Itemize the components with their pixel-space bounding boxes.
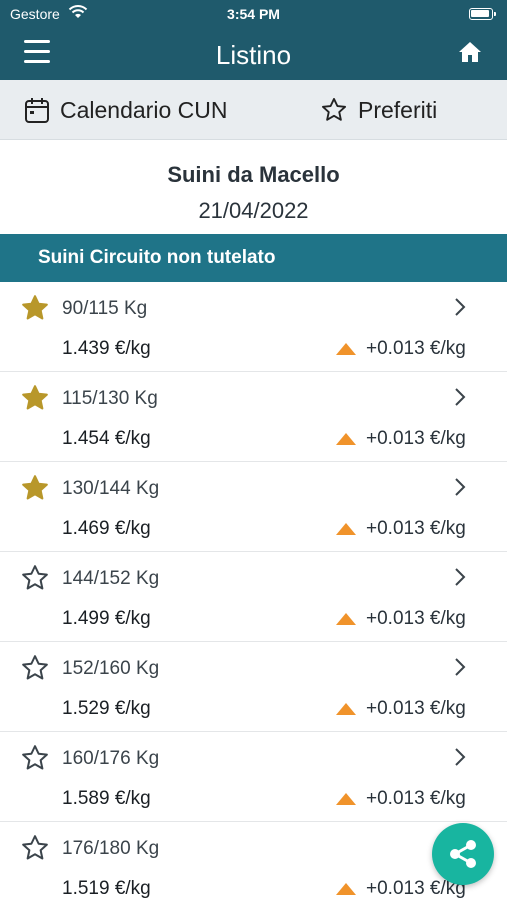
price-change: +0.013 €/kg (366, 788, 466, 809)
market-title: Suini da Macello (167, 162, 340, 187)
list-item[interactable]: 176/180 Kg 1.519 €/kg +0.013 €/kg (0, 822, 507, 900)
list-item[interactable]: 160/176 Kg 1.589 €/kg +0.013 €/kg (0, 732, 507, 822)
price-value: 1.589 €/kg (62, 788, 151, 809)
calendar-icon (25, 98, 49, 123)
weight-range: 144/152 Kg (62, 568, 160, 589)
arrow-up-icon (336, 343, 356, 355)
price-change: +0.013 €/kg (366, 698, 466, 719)
price-change: +0.013 €/kg (366, 338, 466, 359)
star-icon (321, 97, 347, 121)
chevron-right-icon (455, 658, 466, 676)
weight-range: 130/144 Kg (62, 478, 160, 499)
price-value: 1.439 €/kg (62, 338, 151, 359)
price-list: 90/115 Kg 1.439 €/kg +0.013 €/kg 115/130… (0, 282, 507, 900)
weight-range: 160/176 Kg (62, 748, 160, 769)
price-change: +0.013 €/kg (366, 428, 466, 449)
price-change: +0.013 €/kg (366, 608, 466, 629)
list-item[interactable]: 115/130 Kg 1.454 €/kg +0.013 €/kg (0, 372, 507, 462)
star-icon[interactable] (20, 653, 50, 683)
home-icon[interactable] (457, 40, 483, 64)
section-header: Suini Circuito non tutelato (0, 234, 507, 282)
list-item[interactable]: 144/152 Kg 1.499 €/kg +0.013 €/kg (0, 552, 507, 642)
page-title: Listino (215, 40, 292, 70)
arrow-up-icon (336, 793, 356, 805)
weight-range: 152/160 Kg (62, 658, 160, 679)
tab-preferiti-label: Preferiti (358, 96, 438, 123)
market-heading: Suini da Macello 21/04/2022 (0, 140, 507, 234)
list-item[interactable]: 152/160 Kg 1.529 €/kg +0.013 €/kg (0, 642, 507, 732)
star-icon[interactable] (20, 743, 50, 773)
tab-calendario-label: Calendario CUN (60, 96, 228, 123)
status-bar: Gestore 3:54 PM (0, 0, 507, 28)
price-value: 1.519 €/kg (62, 878, 151, 899)
status-time: 3:54 PM (227, 6, 280, 22)
star-icon[interactable] (20, 383, 50, 413)
price-value: 1.454 €/kg (62, 428, 151, 449)
weight-range: 176/180 Kg (62, 838, 160, 859)
arrow-up-icon (336, 433, 356, 445)
chevron-right-icon (455, 748, 466, 766)
battery-icon (469, 8, 496, 20)
chevron-right-icon (455, 478, 466, 496)
star-icon[interactable] (20, 473, 50, 503)
arrow-up-icon (336, 523, 356, 535)
price-value: 1.529 €/kg (62, 698, 151, 719)
market-date: 21/04/2022 (198, 198, 309, 223)
share-icon (450, 840, 476, 868)
chevron-right-icon (455, 388, 466, 406)
tab-bar: Calendario CUN Preferiti (0, 80, 507, 140)
arrow-up-icon (336, 883, 356, 895)
arrow-up-icon (336, 613, 356, 625)
list-item[interactable]: 130/144 Kg 1.469 €/kg +0.013 €/kg (0, 462, 507, 552)
list-item[interactable]: 90/115 Kg 1.439 €/kg +0.013 €/kg (0, 282, 507, 372)
star-icon[interactable] (20, 293, 50, 323)
tab-calendario-cun[interactable]: Calendario CUN (24, 80, 227, 140)
weight-range: 90/115 Kg (62, 298, 148, 319)
tab-preferiti[interactable]: Preferiti (320, 80, 437, 140)
top-bar: Gestore 3:54 PM Listino (0, 0, 507, 80)
share-button[interactable] (432, 823, 494, 885)
weight-range: 115/130 Kg (62, 388, 158, 409)
arrow-up-icon (336, 703, 356, 715)
star-icon[interactable] (20, 563, 50, 593)
chevron-right-icon (455, 568, 466, 586)
chevron-right-icon (455, 298, 466, 316)
price-value: 1.499 €/kg (62, 608, 151, 629)
price-value: 1.469 €/kg (62, 518, 151, 539)
star-icon[interactable] (20, 833, 50, 863)
price-change: +0.013 €/kg (366, 518, 466, 539)
